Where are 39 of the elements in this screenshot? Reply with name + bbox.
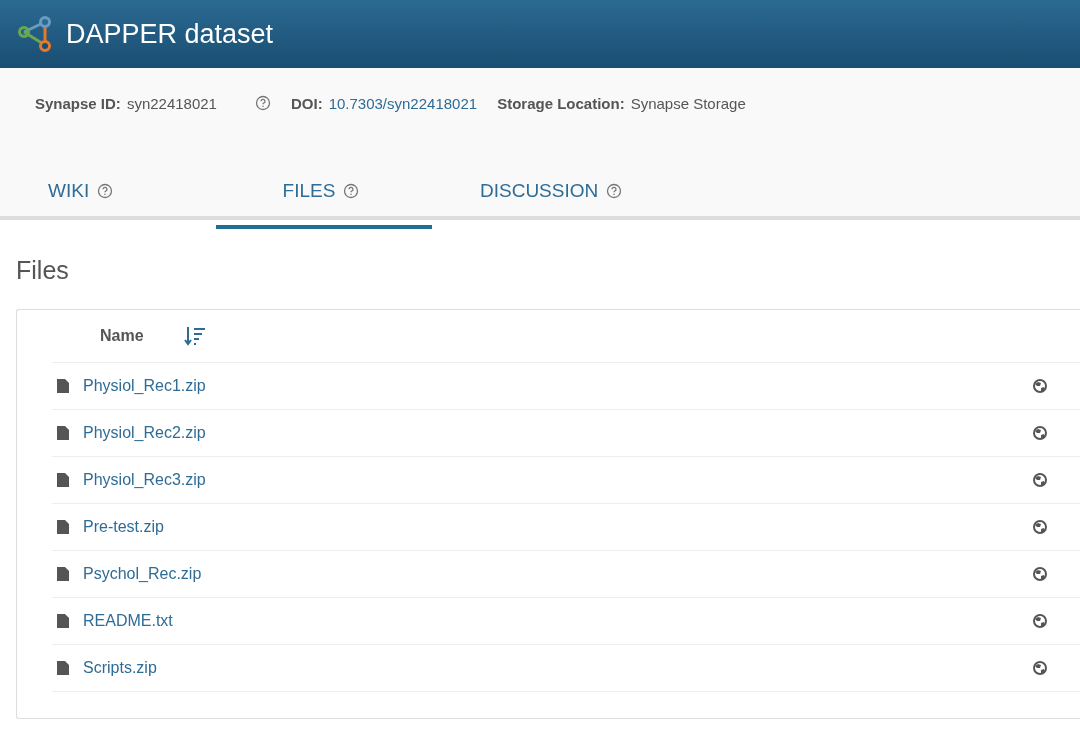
globe-icon — [1033, 661, 1047, 675]
globe-icon — [1033, 567, 1047, 581]
help-icon[interactable] — [606, 183, 623, 199]
file-icon — [57, 520, 69, 534]
meta-label: Storage Location: — [497, 94, 625, 112]
meta-value: Synapse Storage — [630, 94, 746, 112]
file-link[interactable]: Scripts.zip — [83, 659, 1033, 677]
tab[interactable]: DISCUSSION — [432, 157, 648, 229]
sort-icon[interactable] — [183, 326, 206, 346]
file-link[interactable]: Pre-test.zip — [83, 518, 1033, 536]
globe-icon — [1033, 473, 1047, 487]
file-icon — [57, 614, 69, 628]
column-header: Name — [100, 327, 144, 345]
tab[interactable]: FILES — [216, 157, 432, 229]
logo-icon — [16, 15, 54, 53]
file-link[interactable]: Physiol_Rec3.zip — [83, 471, 1033, 489]
section-title: Files — [16, 256, 70, 285]
meta-value: syn22418021 — [126, 94, 217, 112]
meta-label: Synapse ID: — [35, 94, 121, 112]
doi-link[interactable]: 10.7303/syn22418021 — [328, 94, 478, 112]
page-title: DAPPER dataset — [66, 18, 274, 50]
tab[interactable]: WIKI — [0, 157, 216, 229]
globe-icon — [1033, 614, 1047, 628]
file-link[interactable]: Physiol_Rec1.zip — [83, 377, 1033, 395]
help-icon[interactable] — [343, 183, 360, 199]
help-icon[interactable] — [97, 183, 114, 199]
help-icon[interactable] — [254, 95, 271, 111]
globe-icon — [1033, 426, 1047, 440]
file-link[interactable]: Physiol_Rec2.zip — [83, 424, 1033, 442]
meta-label: DOI: — [290, 94, 323, 112]
globe-icon — [1033, 520, 1047, 534]
file-icon — [57, 473, 69, 487]
file-icon — [57, 661, 69, 675]
file-icon — [57, 567, 69, 581]
file-link[interactable]: README.txt — [83, 612, 1033, 630]
globe-icon — [1033, 379, 1047, 393]
file-icon — [57, 426, 69, 440]
file-link[interactable]: Psychol_Rec.zip — [83, 565, 1033, 583]
file-icon — [57, 379, 69, 393]
